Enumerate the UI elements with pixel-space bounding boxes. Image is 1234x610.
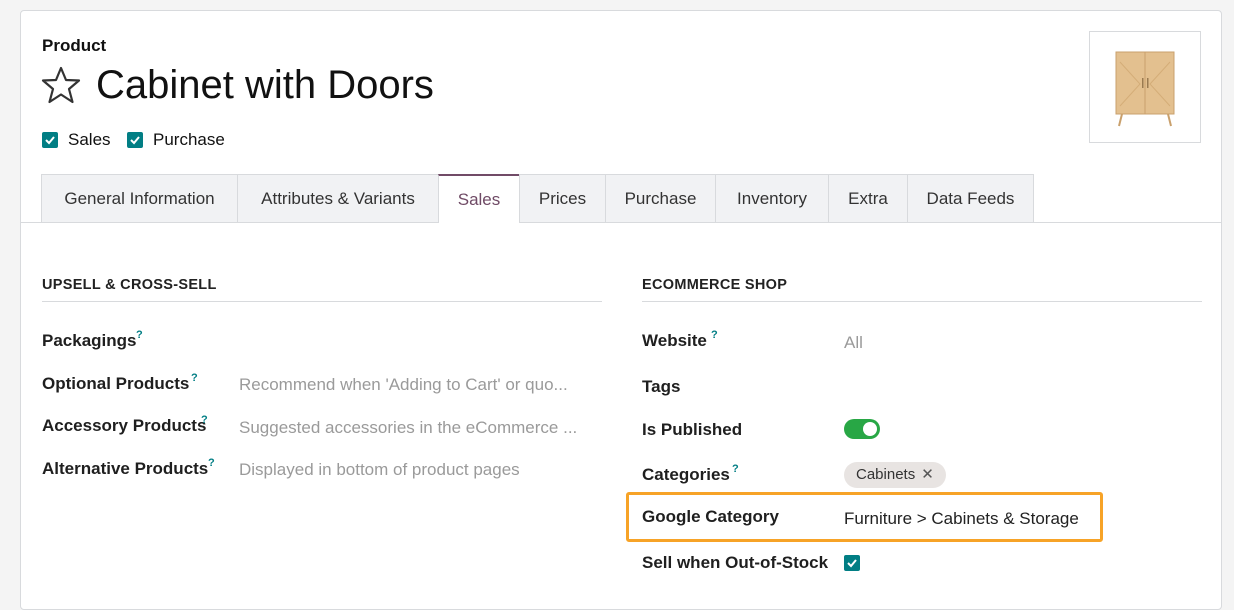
optional-products-input[interactable]: Recommend when 'Adding to Cart' or quo..… bbox=[239, 375, 568, 395]
google-category-field[interactable]: Furniture > Cabinets & Storage bbox=[844, 509, 1079, 529]
alternative-products-label: Alternative Products bbox=[42, 459, 209, 478]
tab-extra[interactable]: Extra bbox=[828, 174, 908, 222]
cabinet-image-icon bbox=[1115, 51, 1175, 127]
help-tooltip-icon[interactable]: ? bbox=[711, 329, 718, 341]
tab-prices[interactable]: Prices bbox=[519, 174, 606, 222]
purchase-checkbox-label[interactable]: Purchase bbox=[153, 130, 225, 150]
tab-inventory[interactable]: Inventory bbox=[715, 174, 829, 222]
sales-checkbox[interactable] bbox=[42, 132, 58, 148]
toggle-knob bbox=[863, 422, 877, 436]
tab-purchase[interactable]: Purchase bbox=[605, 174, 716, 222]
help-tooltip-icon[interactable]: ? bbox=[208, 457, 215, 469]
star-icon[interactable] bbox=[40, 65, 82, 105]
product-form-sheet: Product Cabinet with Doors Sales Purchas… bbox=[20, 10, 1222, 610]
category-tag[interactable]: Cabinets ✕ bbox=[844, 462, 946, 488]
check-icon bbox=[45, 136, 55, 145]
check-icon bbox=[847, 559, 857, 568]
tab-attributes-variants[interactable]: Attributes & Variants bbox=[237, 174, 439, 222]
upsell-section-title: UPSELL & CROSS-SELL bbox=[42, 277, 602, 302]
website-label: Website bbox=[642, 331, 707, 350]
category-tag-label: Cabinets bbox=[856, 466, 916, 483]
help-tooltip-icon[interactable]: ? bbox=[136, 329, 143, 341]
is-published-toggle[interactable] bbox=[844, 419, 880, 439]
tags-label: Tags bbox=[642, 377, 681, 396]
packagings-label: Packagings bbox=[42, 331, 137, 350]
tab-sales[interactable]: Sales bbox=[438, 174, 520, 223]
page-title[interactable]: Cabinet with Doors bbox=[96, 63, 434, 108]
website-field[interactable]: All bbox=[844, 333, 863, 353]
purchase-checkbox[interactable] bbox=[127, 132, 143, 148]
help-tooltip-icon[interactable]: ? bbox=[201, 414, 208, 426]
accessory-products-input[interactable]: Suggested accessories in the eCommerce .… bbox=[239, 418, 577, 438]
help-tooltip-icon[interactable]: ? bbox=[732, 463, 739, 475]
help-tooltip-icon[interactable]: ? bbox=[191, 372, 198, 384]
product-image[interactable] bbox=[1089, 31, 1201, 143]
check-icon bbox=[130, 136, 140, 145]
categories-label: Categories bbox=[642, 465, 730, 484]
tab-data-feeds[interactable]: Data Feeds bbox=[907, 174, 1034, 222]
tab-general-information[interactable]: General Information bbox=[41, 174, 238, 222]
is-published-label: Is Published bbox=[642, 420, 743, 439]
optional-products-label: Optional Products bbox=[42, 374, 190, 393]
google-category-label: Google Category bbox=[642, 507, 779, 526]
ecommerce-section-title: ECOMMERCE SHOP bbox=[642, 277, 1202, 302]
sell-out-of-stock-checkbox[interactable] bbox=[844, 555, 860, 571]
breadcrumb[interactable]: Product bbox=[42, 36, 106, 56]
notebook-tabs: General Information Attributes & Variant… bbox=[21, 174, 1221, 223]
sales-checkbox-label[interactable]: Sales bbox=[68, 130, 111, 150]
accessory-products-label: Accessory Products bbox=[42, 416, 207, 435]
remove-tag-icon[interactable]: ✕ bbox=[921, 466, 934, 483]
sell-out-of-stock-label: Sell when Out-of-Stock bbox=[642, 553, 829, 572]
alternative-products-input[interactable]: Displayed in bottom of product pages bbox=[239, 460, 520, 480]
